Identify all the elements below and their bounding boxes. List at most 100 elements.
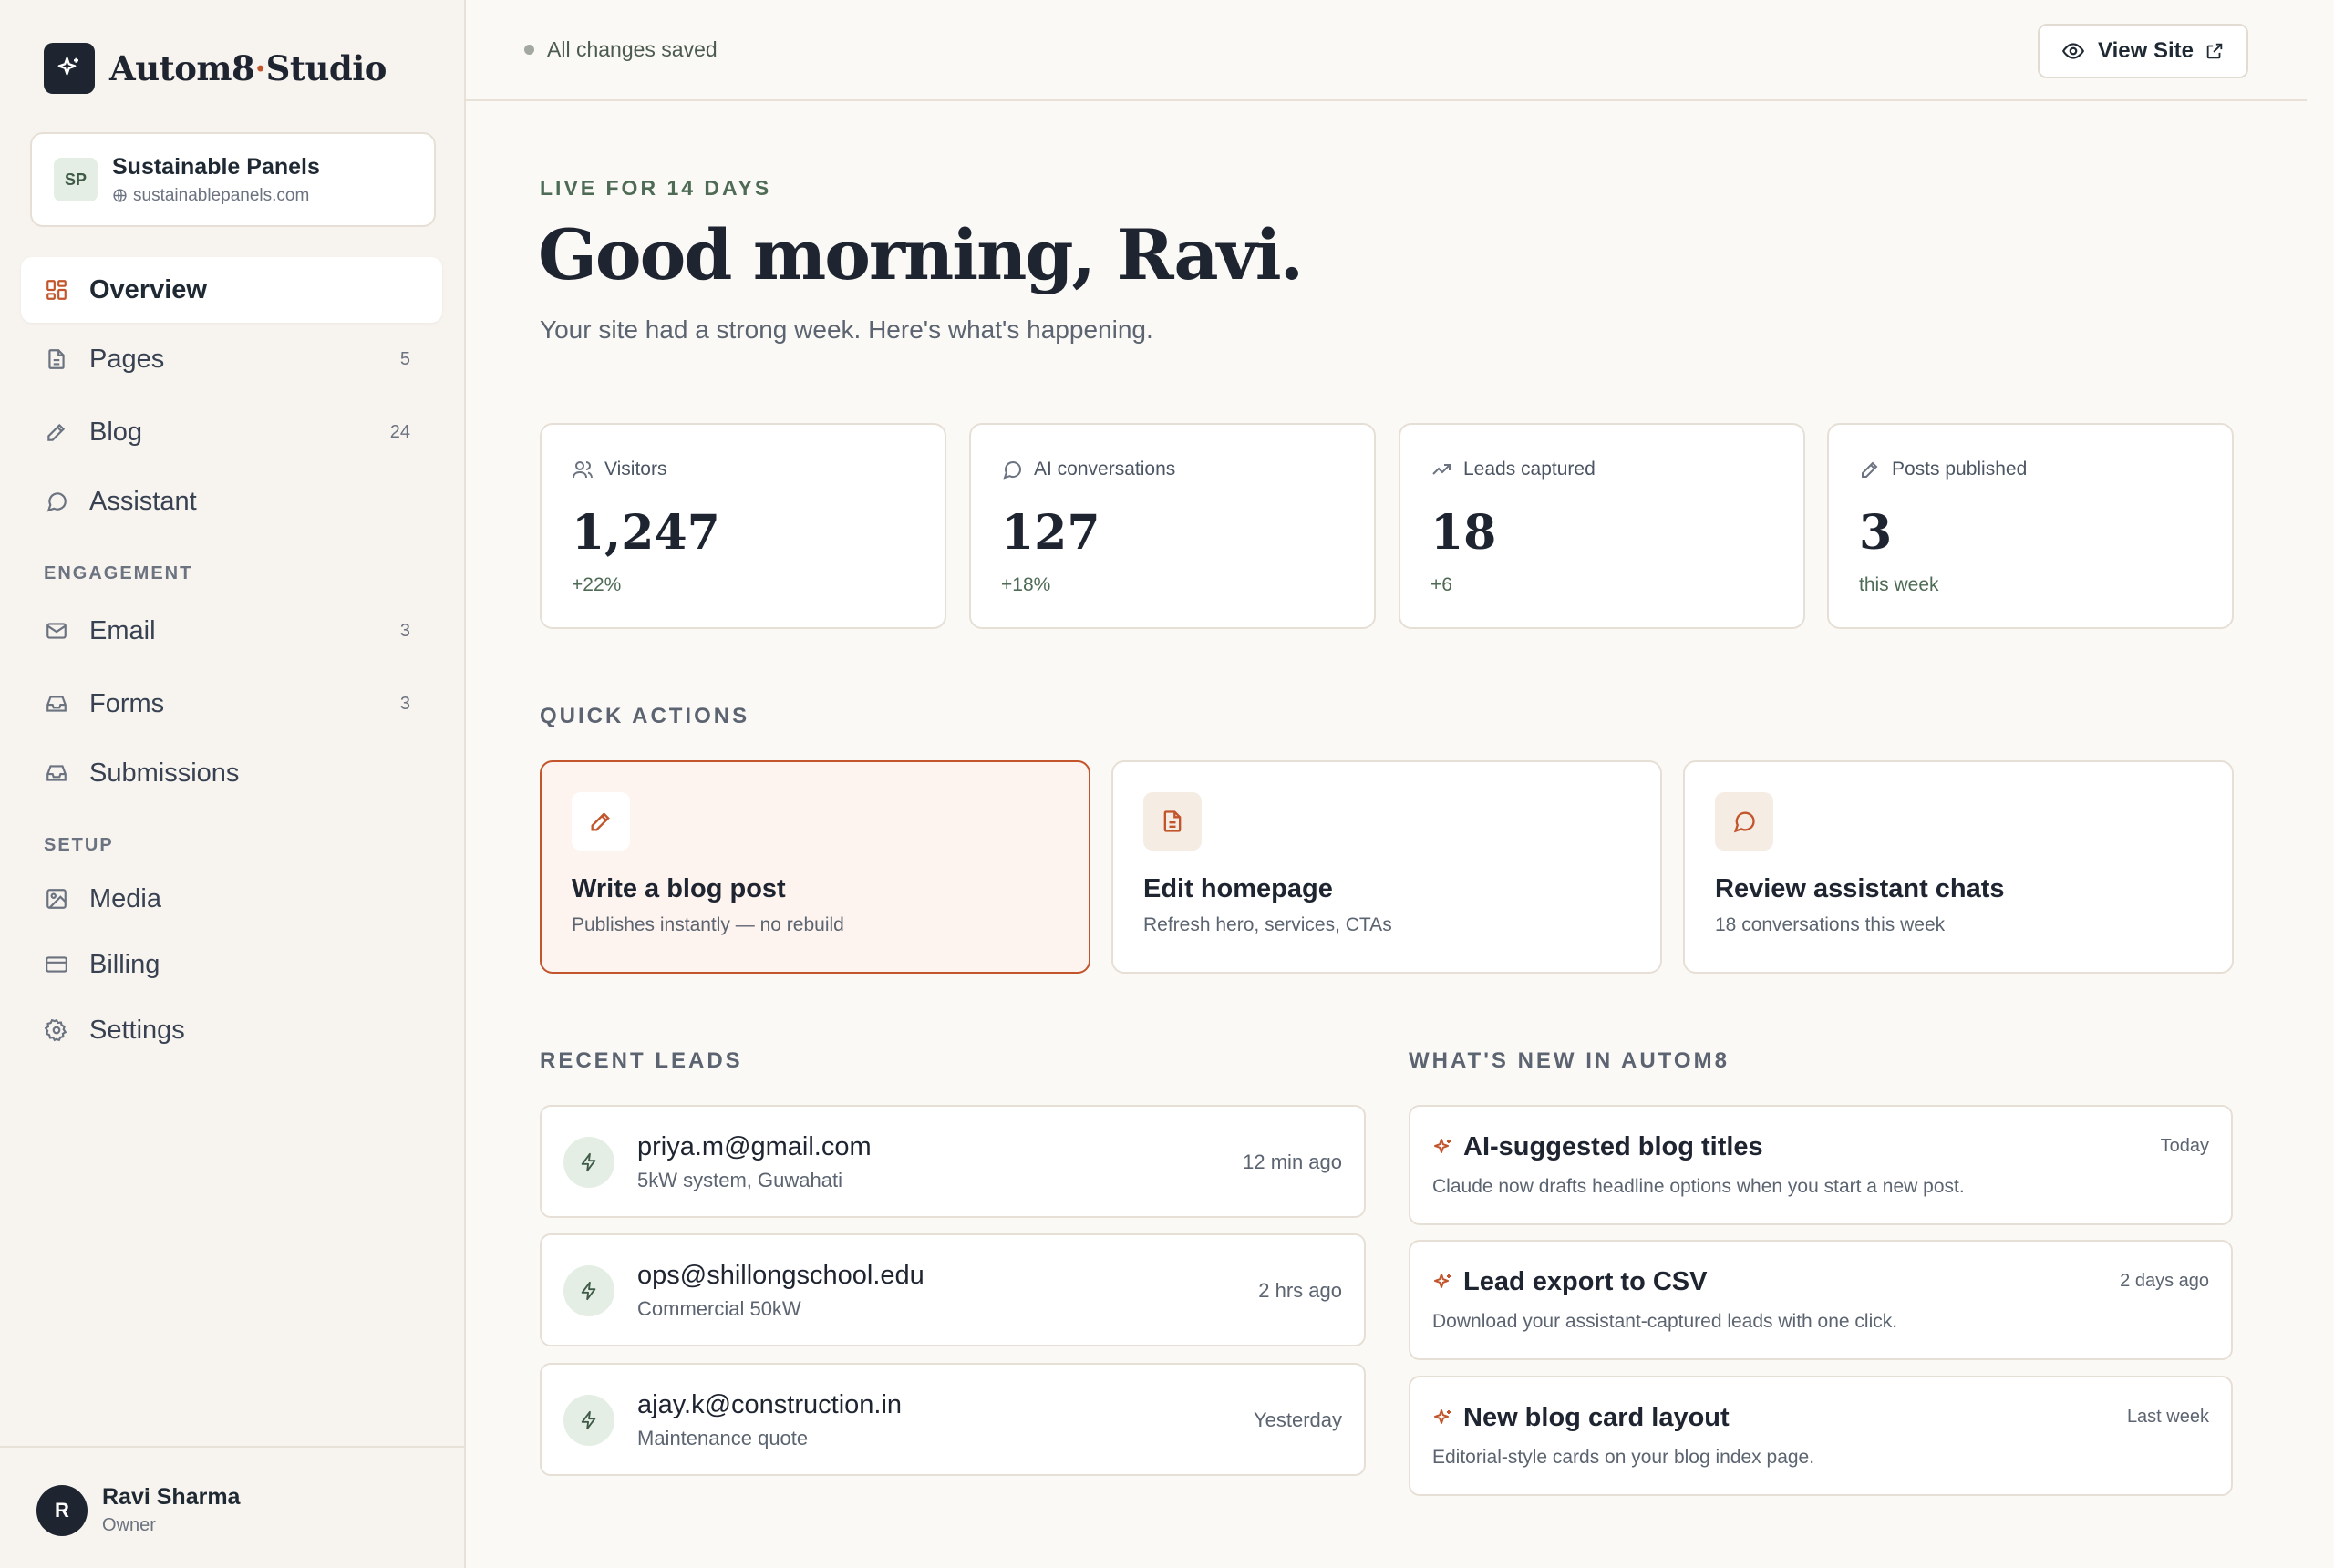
user-role: Owner [102, 1515, 156, 1535]
chat-bubble-icon [1003, 461, 1022, 480]
save-status: All changes saved [524, 37, 718, 62]
avatar: R [36, 1485, 88, 1536]
grid-icon [44, 277, 69, 303]
globe-icon [113, 189, 127, 202]
stat-card-leads-captured: Leads captured 18 +6 [1399, 423, 1805, 629]
sidebar-item-assistant[interactable]: Assistant [21, 469, 442, 534]
lead-email: priya.m@gmail.com [637, 1132, 872, 1161]
sidebar-item-label: Blog [89, 417, 143, 447]
quick-action-title: Edit homepage [1143, 874, 1333, 903]
news-title: New blog card layout [1463, 1403, 1730, 1432]
news-item[interactable]: New blog card layout Editorial-style car… [1409, 1376, 2233, 1496]
live-status-eyebrow: LIVE FOR 14 DAYS [540, 176, 772, 200]
chat-bubble-icon [44, 489, 69, 514]
quick-action-title: Write a blog post [572, 874, 786, 903]
stat-delta: this week [1859, 574, 1939, 595]
view-site-button[interactable]: View Site [2038, 24, 2248, 78]
stat-value: 1,247 [572, 505, 720, 561]
mail-icon [44, 618, 69, 644]
lead-email: ajay.k@construction.in [637, 1390, 903, 1419]
inbox-icon [44, 691, 69, 717]
sparkle-icon [44, 43, 95, 94]
document-icon [1143, 792, 1202, 851]
quick-action-review-assistant-chats[interactable]: Review assistant chats 18 conversations … [1683, 760, 2234, 974]
status-dot [524, 45, 534, 55]
sidebar-item-blog[interactable]: Blog 24 [21, 399, 442, 465]
lead-detail: 5kW system, Guwahati [637, 1169, 842, 1191]
site-avatar: SP [54, 158, 98, 201]
sidebar-item-label: Billing [89, 949, 160, 979]
stat-delta: +18% [1001, 574, 1051, 595]
sidebar-item-count: 3 [399, 693, 410, 714]
sidebar-item-submissions[interactable]: Submissions [21, 740, 442, 806]
sidebar-item-label: Email [89, 615, 156, 645]
lightning-icon [563, 1137, 614, 1188]
news-time: 2 days ago [2120, 1271, 2209, 1291]
top-bar: All changes saved View Site [466, 0, 2307, 101]
sidebar-item-settings[interactable]: Settings [21, 997, 442, 1063]
sidebar-item-pages[interactable]: Pages 5 [21, 326, 442, 392]
news-item[interactable]: AI-suggested blog titles Claude now draf… [1409, 1105, 2233, 1225]
news-time: Today [2160, 1136, 2209, 1156]
sidebar-item-media[interactable]: Media [21, 866, 442, 932]
sidebar-item-label: Media [89, 883, 161, 913]
gear-icon [44, 1017, 69, 1043]
lead-row[interactable]: priya.m@gmail.com 5kW system, Guwahati 1… [540, 1105, 1366, 1218]
stat-delta: +22% [572, 574, 622, 595]
lead-email: ops@shillongschool.edu [637, 1261, 924, 1290]
brand-logo[interactable]: Autom8·Studio [44, 43, 387, 94]
credit-card-icon [44, 952, 69, 977]
stat-label: Posts published [1892, 459, 2028, 480]
lead-time: 12 min ago [1243, 1150, 1342, 1173]
inbox-icon [44, 760, 69, 786]
sparkle-icon [1434, 1273, 1451, 1288]
sidebar-item-label: Forms [89, 688, 165, 718]
image-icon [44, 886, 69, 912]
quick-action-subtitle: 18 conversations this week [1715, 914, 1946, 935]
page-title: Good morning, Ravi. [538, 214, 1304, 295]
site-url: sustainablepanels.com [112, 186, 320, 206]
sidebar-item-label: Pages [89, 344, 165, 374]
brand-name: Autom8·Studio [109, 48, 387, 88]
pencil-icon [1862, 461, 1878, 478]
document-icon [44, 346, 69, 372]
page-subtitle: Your site had a strong week. Here's what… [540, 315, 1153, 344]
sidebar-item-email[interactable]: Email 3 [21, 598, 442, 664]
news-description: Download your assistant-captured leads w… [1432, 1311, 1898, 1332]
eye-icon [2061, 43, 2085, 59]
sidebar-item-count: 3 [399, 620, 410, 641]
stat-value: 18 [1430, 505, 1497, 561]
quick-action-edit-homepage[interactable]: Edit homepage Refresh hero, services, CT… [1111, 760, 1662, 974]
users-icon [573, 461, 593, 479]
sidebar-item-billing[interactable]: Billing [21, 932, 442, 997]
sidebar-item-overview[interactable]: Overview [21, 257, 442, 323]
stat-delta: +6 [1430, 574, 1452, 595]
external-link-icon [2206, 43, 2223, 59]
stat-card-posts-published: Posts published 3 this week [1827, 423, 2234, 629]
lead-time: 2 hrs ago [1258, 1279, 1342, 1302]
stat-value: 3 [1859, 505, 1893, 561]
stat-label: AI conversations [1034, 459, 1176, 480]
news-description: Editorial-style cards on your blog index… [1432, 1447, 1815, 1468]
user-profile[interactable]: R Ravi Sharma Owner [0, 1446, 464, 1568]
quick-action-title: Review assistant chats [1715, 874, 2005, 903]
site-switcher[interactable]: SP Sustainable Panels sustainablepanels.… [30, 132, 436, 227]
chat-bubble-icon [1715, 792, 1773, 851]
sidebar-item-label: Overview [89, 274, 207, 304]
sidebar-item-label: Settings [89, 1015, 185, 1045]
news-item[interactable]: Lead export to CSV Download your assista… [1409, 1240, 2233, 1360]
site-name: Sustainable Panels [112, 153, 320, 180]
news-time: Last week [2126, 1407, 2209, 1427]
pencil-icon [572, 792, 630, 851]
lightning-icon [563, 1395, 614, 1446]
sidebar-item-forms[interactable]: Forms 3 [21, 671, 442, 737]
news-title: AI-suggested blog titles [1463, 1132, 1763, 1161]
quick-action-write-blog-post[interactable]: Write a blog post Publishes instantly — … [540, 760, 1090, 974]
sidebar: Autom8·Studio SP Sustainable Panels sust… [0, 0, 466, 1568]
lead-row[interactable]: ajay.k@construction.in Maintenance quote… [540, 1363, 1366, 1476]
trending-up-icon [1432, 464, 1451, 475]
quick-action-subtitle: Publishes instantly — no rebuild [572, 914, 844, 935]
sparkle-icon [1434, 1408, 1451, 1424]
lead-row[interactable]: ops@shillongschool.edu Commercial 50kW 2… [540, 1233, 1366, 1346]
lightning-icon [563, 1265, 614, 1316]
